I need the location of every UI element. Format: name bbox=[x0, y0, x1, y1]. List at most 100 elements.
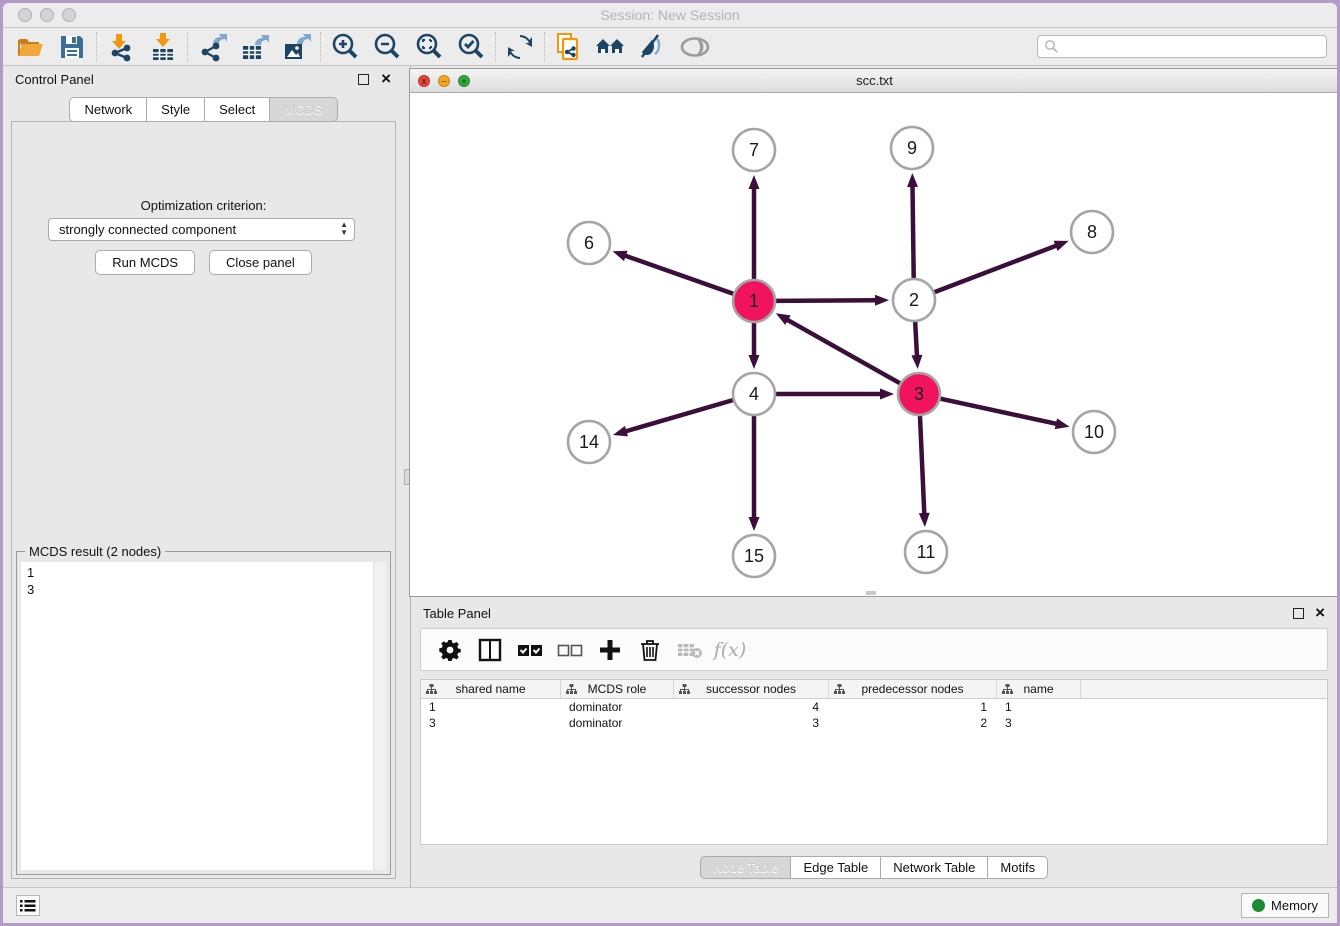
cell-predecessor-nodes[interactable]: 2 bbox=[829, 715, 997, 731]
node-15[interactable]: 15 bbox=[733, 535, 775, 577]
node-14[interactable]: 14 bbox=[568, 421, 610, 463]
network-canvas[interactable]: 7 9 6 8 1 2 4 3 14 10 15 11 bbox=[410, 93, 1337, 596]
node-table[interactable]: shared nameMCDS rolesuccessor nodesprede… bbox=[420, 679, 1328, 845]
network-resize-handle[interactable] bbox=[866, 591, 876, 595]
table-row[interactable]: 1dominator411 bbox=[421, 699, 1327, 715]
node-3[interactable]: 3 bbox=[898, 373, 940, 415]
delete-column-button[interactable] bbox=[635, 635, 665, 665]
cell-shared-name[interactable]: 3 bbox=[421, 715, 561, 731]
mcds-panel: Optimization criterion: strongly connect… bbox=[11, 121, 396, 879]
search-input[interactable] bbox=[1037, 35, 1327, 58]
edge-1-6[interactable] bbox=[613, 251, 734, 294]
node-8[interactable]: 8 bbox=[1071, 211, 1113, 253]
node-7[interactable]: 7 bbox=[733, 129, 775, 171]
clone-network-button[interactable] bbox=[548, 30, 590, 64]
tab-edge-table[interactable]: Edge Table bbox=[791, 856, 881, 879]
node-1[interactable]: 1 bbox=[733, 280, 775, 322]
node-4[interactable]: 4 bbox=[733, 373, 775, 415]
import-table-button[interactable] bbox=[142, 30, 184, 64]
table-settings-button[interactable] bbox=[435, 635, 465, 665]
tab-motifs[interactable]: Motifs bbox=[988, 856, 1048, 879]
toolbar-separator bbox=[96, 32, 97, 62]
zoom-selected-button[interactable] bbox=[450, 30, 492, 64]
import-network-button[interactable] bbox=[100, 30, 142, 64]
edge-2-9[interactable] bbox=[907, 173, 918, 278]
float-table-panel-icon[interactable] bbox=[1293, 608, 1304, 619]
node-label: 11 bbox=[917, 542, 936, 562]
node-9[interactable]: 9 bbox=[891, 127, 933, 169]
cell-successor-nodes[interactable]: 3 bbox=[674, 715, 829, 731]
column-header-MCDS-role[interactable]: MCDS role bbox=[561, 680, 674, 698]
network-graph[interactable]: 7 9 6 8 1 2 4 3 14 10 15 11 bbox=[410, 93, 1337, 596]
add-column-button[interactable] bbox=[595, 635, 625, 665]
close-panel-button[interactable]: Close panel bbox=[209, 250, 312, 275]
columns-icon bbox=[478, 638, 502, 662]
close-table-panel-icon[interactable]: × bbox=[1315, 603, 1325, 623]
float-panel-icon[interactable] bbox=[358, 74, 369, 85]
cell-name[interactable]: 1 bbox=[997, 699, 1081, 715]
function-builder-button[interactable]: f(x) bbox=[715, 635, 745, 665]
column-header-name[interactable]: name bbox=[997, 680, 1081, 698]
tab-network[interactable]: Network bbox=[69, 97, 147, 122]
edge-1-2[interactable] bbox=[776, 295, 889, 306]
zoom-out-button[interactable] bbox=[366, 30, 408, 64]
deselect-all-button[interactable] bbox=[555, 635, 585, 665]
mcds-result-text[interactable]: 1 3 bbox=[21, 562, 373, 870]
memory-button[interactable]: Memory bbox=[1241, 893, 1329, 918]
edge-3-1[interactable] bbox=[776, 313, 900, 383]
export-image-button[interactable] bbox=[275, 30, 317, 64]
zoom-fit-button[interactable] bbox=[408, 30, 450, 64]
cell-MCDS-role[interactable]: dominator bbox=[561, 699, 674, 715]
show-details-button[interactable] bbox=[674, 30, 716, 64]
edge-1-4[interactable] bbox=[749, 323, 760, 369]
edge-4-14[interactable] bbox=[613, 400, 733, 436]
node-10[interactable]: 10 bbox=[1073, 411, 1115, 453]
edge-2-8[interactable] bbox=[935, 241, 1069, 292]
node-label: 7 bbox=[749, 140, 759, 160]
cell-shared-name[interactable]: 1 bbox=[421, 699, 561, 715]
edge-4-3[interactable] bbox=[776, 389, 894, 400]
hide-details-button[interactable] bbox=[632, 30, 674, 64]
edge-3-10[interactable] bbox=[940, 399, 1069, 429]
save-session-button[interactable] bbox=[51, 30, 93, 64]
edge-1-7[interactable] bbox=[749, 175, 760, 279]
zoom-in-button[interactable] bbox=[324, 30, 366, 64]
mcds-result-scrollbar[interactable] bbox=[373, 562, 386, 870]
node-6[interactable]: 6 bbox=[568, 222, 610, 264]
close-panel-icon[interactable]: × bbox=[381, 69, 391, 89]
column-header-successor-nodes[interactable]: successor nodes bbox=[674, 680, 829, 698]
import-table-icon bbox=[148, 32, 178, 62]
edge-2-3[interactable] bbox=[911, 322, 922, 369]
tab-network-table[interactable]: Network Table bbox=[881, 856, 988, 879]
edge-3-11[interactable] bbox=[919, 416, 930, 527]
cell-name[interactable]: 3 bbox=[997, 715, 1081, 731]
task-history-button[interactable] bbox=[16, 895, 40, 916]
cell-predecessor-nodes[interactable]: 1 bbox=[829, 699, 997, 715]
network-window-titlebar[interactable]: x – + scc.txt bbox=[410, 69, 1337, 93]
sort-hierarchy-icon bbox=[834, 684, 845, 695]
node-11[interactable]: 11 bbox=[905, 531, 947, 573]
node-label: 8 bbox=[1087, 222, 1097, 242]
column-header-shared-name[interactable]: shared name bbox=[421, 680, 561, 698]
cell-MCDS-role[interactable]: dominator bbox=[561, 715, 674, 731]
criterion-select[interactable]: strongly connected component ▲▼ bbox=[48, 218, 355, 241]
toolbar-separator bbox=[187, 32, 188, 62]
tab-mcds[interactable]: MCDS bbox=[270, 97, 337, 122]
column-header-predecessor-nodes[interactable]: predecessor nodes bbox=[829, 680, 997, 698]
open-file-button[interactable] bbox=[9, 30, 51, 64]
select-all-button[interactable] bbox=[515, 635, 545, 665]
export-network-button[interactable] bbox=[191, 30, 233, 64]
first-neighbors-button[interactable] bbox=[590, 30, 632, 64]
edge-4-15[interactable] bbox=[749, 416, 760, 531]
tab-node-table[interactable]: Node Table bbox=[700, 856, 792, 879]
cell-successor-nodes[interactable]: 4 bbox=[674, 699, 829, 715]
run-mcds-button[interactable]: Run MCDS bbox=[95, 250, 195, 275]
tab-style[interactable]: Style bbox=[147, 97, 205, 122]
refresh-button[interactable] bbox=[499, 30, 541, 64]
tab-select[interactable]: Select bbox=[205, 97, 270, 122]
table-row[interactable]: 3dominator323 bbox=[421, 715, 1327, 731]
export-table-button[interactable] bbox=[233, 30, 275, 64]
node-2[interactable]: 2 bbox=[893, 279, 935, 321]
column-panel-button[interactable] bbox=[475, 635, 505, 665]
delete-table-button[interactable] bbox=[675, 635, 705, 665]
